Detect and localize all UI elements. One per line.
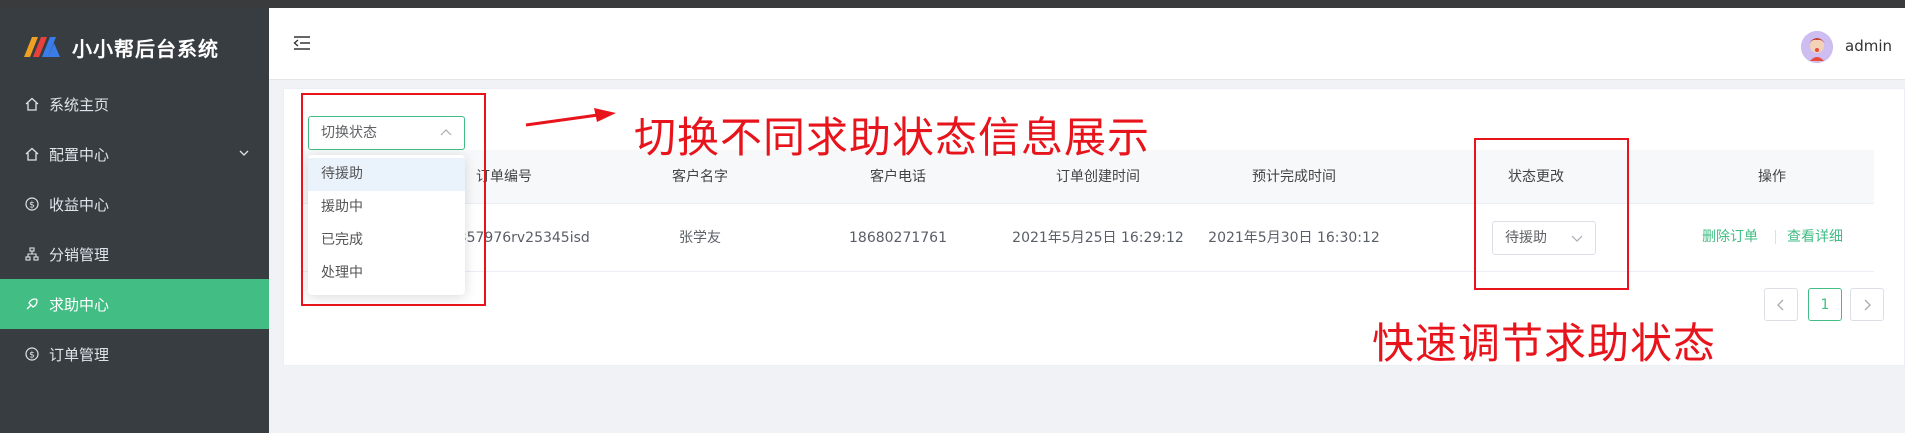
network-icon xyxy=(24,246,40,262)
collapse-menu-icon[interactable] xyxy=(291,32,313,54)
dollar-icon: $ xyxy=(24,196,40,212)
sidebar-nav: 系统主页 配置中心 $ 收益中心 分销管理 求助中心 $ 订单管理 xyxy=(0,79,269,379)
app-title: 小小帮后台系统 xyxy=(72,36,219,61)
sidebar-item-distribution[interactable]: 分销管理 xyxy=(0,229,269,279)
column-header-due: 预计完成时间 xyxy=(1252,169,1336,185)
table-row: c357976rv25345isd 张学友 18680271761 2021年5… xyxy=(302,204,1874,272)
sidebar-item-config[interactable]: 配置中心 xyxy=(0,129,269,179)
customer-cell: 张学友 xyxy=(679,230,721,246)
sidebar-item-label: 分销管理 xyxy=(49,245,110,264)
delete-order-link[interactable]: 删除订单 xyxy=(1702,226,1758,246)
column-header-actions: 操作 xyxy=(1758,169,1786,185)
annotation-filter-note: 切换不同求助状态信息展示 xyxy=(634,113,1151,162)
next-page-button[interactable] xyxy=(1850,288,1884,321)
svg-text:$: $ xyxy=(29,201,35,211)
sidebar-item-orders[interactable]: $ 订单管理 xyxy=(0,329,269,379)
chevron-left-icon xyxy=(1777,299,1784,310)
sidebar-item-label: 收益中心 xyxy=(49,195,110,214)
due-cell: 2021年5月30日 16:30:12 xyxy=(1208,230,1380,246)
annotation-arrow-icon xyxy=(525,108,616,127)
created-cell: 2021年5月25日 16:29:12 xyxy=(1012,230,1184,246)
avatar[interactable] xyxy=(1801,31,1833,63)
view-details-link[interactable]: 查看详细 xyxy=(1787,226,1843,246)
svg-text:$: $ xyxy=(29,351,35,361)
sidebar-item-label: 求助中心 xyxy=(49,295,110,314)
home-icon xyxy=(24,146,40,162)
help-icon xyxy=(24,296,40,312)
window-top-strip xyxy=(0,0,1905,8)
sidebar: 小小帮后台系统 系统主页 配置中心 $ 收益中心 分销管理 求助中心 $ 订单管… xyxy=(0,8,269,433)
sidebar-item-help-center[interactable]: 求助中心 xyxy=(0,279,269,329)
logo-icon xyxy=(24,37,60,57)
brand: 小小帮后台系统 xyxy=(24,32,219,62)
chevron-down-icon xyxy=(239,150,249,156)
sidebar-item-label: 订单管理 xyxy=(49,345,110,364)
dollar-icon: $ xyxy=(24,346,40,362)
sidebar-item-home[interactable]: 系统主页 xyxy=(0,79,269,129)
sidebar-item-label: 系统主页 xyxy=(49,95,110,114)
prev-page-button[interactable] xyxy=(1764,288,1798,321)
sidebar-item-label: 配置中心 xyxy=(49,145,110,164)
chevron-right-icon xyxy=(1864,299,1871,310)
top-header: admin xyxy=(269,8,1905,80)
username[interactable]: admin xyxy=(1845,37,1892,55)
home-icon xyxy=(24,96,40,112)
sidebar-item-revenue[interactable]: $ 收益中心 xyxy=(0,179,269,229)
annotation-box-status xyxy=(1474,138,1629,290)
annotation-status-note: 快速调节求助状态 xyxy=(1372,319,1717,368)
phone-cell: 18680271761 xyxy=(849,230,947,246)
page-number-button[interactable]: 1 xyxy=(1808,288,1842,321)
action-divider xyxy=(1775,230,1776,244)
annotation-box-filter xyxy=(301,93,486,306)
